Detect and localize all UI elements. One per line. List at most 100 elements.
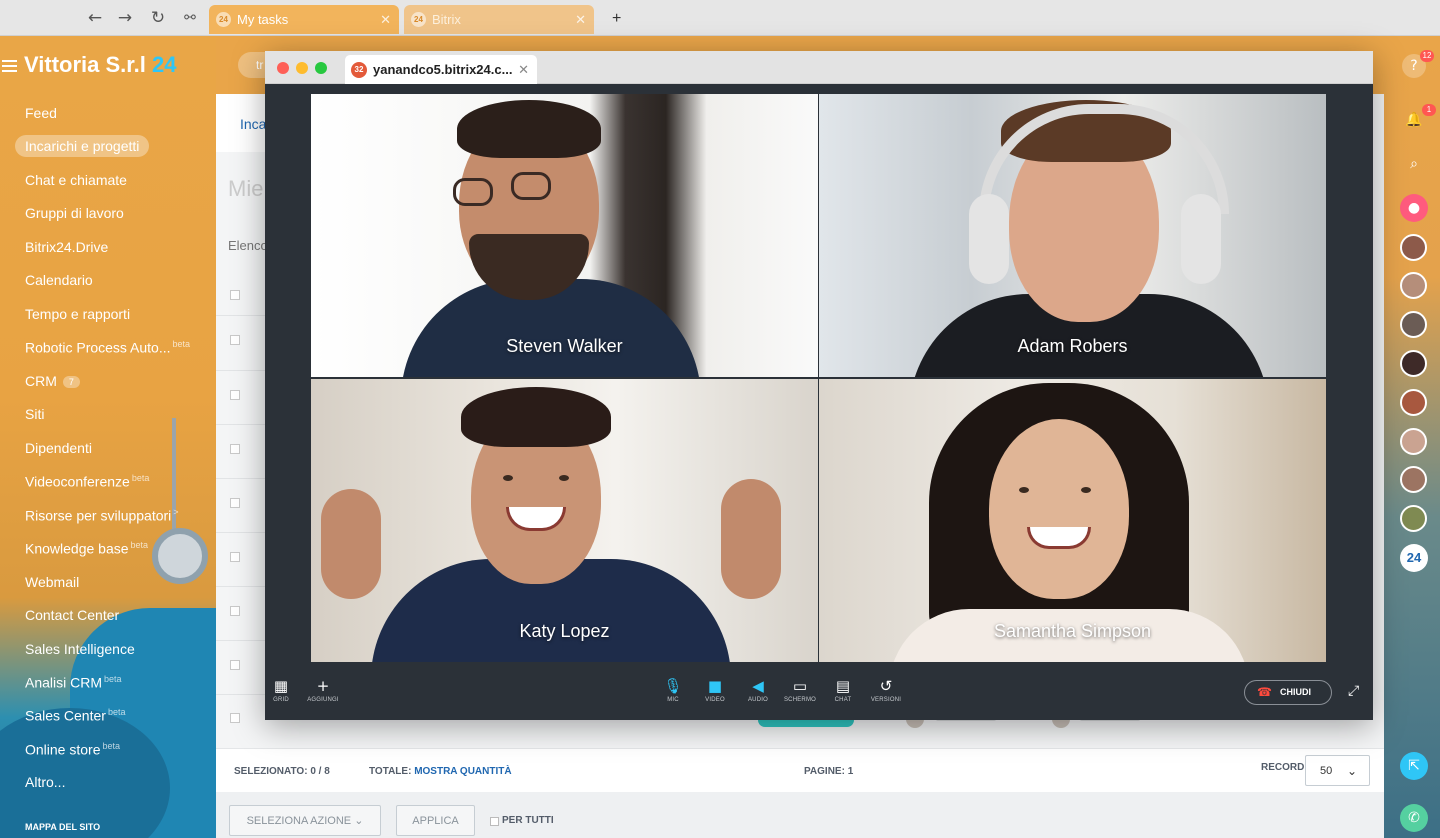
row-checkbox[interactable]: [230, 713, 240, 723]
sidebar-item-crm[interactable]: CRM 7: [25, 373, 80, 389]
bitrix24-logo-icon[interactable]: 24: [1400, 544, 1428, 572]
close-tab-icon[interactable]: ✕: [575, 5, 586, 34]
company-logo[interactable]: Vittoria S.r.l 24: [24, 52, 176, 78]
sidebar-item-webmail[interactable]: Webmail: [25, 574, 79, 590]
mic-button[interactable]: 🎙 MIC: [653, 677, 693, 703]
search-icon[interactable]: ⌕: [1402, 152, 1426, 176]
speaker-icon: ◀: [752, 677, 764, 695]
sidebar-item-sites[interactable]: Siti: [25, 406, 44, 422]
sidebar-item-time[interactable]: Tempo e rapporti: [25, 306, 130, 322]
window-titlebar: 32 yanandco5.bitrix24.c... ✕: [265, 51, 1373, 84]
avatar[interactable]: [1400, 272, 1427, 299]
sidebar-item-rpa[interactable]: Robotic Process Auto... beta: [25, 339, 190, 356]
participant-hand: [321, 489, 381, 599]
apply-button[interactable]: APPLICA: [396, 805, 475, 836]
sidebar-item-drive[interactable]: Bitrix24.Drive: [25, 239, 108, 255]
glasses-icon: [453, 178, 493, 206]
records-per-page-select[interactable]: 50 ⌄: [1305, 755, 1370, 786]
user-icon[interactable]: ●: [1400, 194, 1428, 222]
sidebar-item-sales-intelligence[interactable]: Sales Intelligence: [25, 641, 135, 657]
avatar[interactable]: [1400, 505, 1427, 532]
sitemap-link[interactable]: MAPPA DEL SITO: [25, 822, 100, 832]
screen-share-button[interactable]: ▭ SCHERMO: [780, 677, 820, 703]
open-lines-icon[interactable]: ⇱: [1400, 752, 1428, 780]
avatar[interactable]: [1400, 389, 1427, 416]
phone-hangup-icon: ☎: [1257, 685, 1272, 699]
reload-icon[interactable]: ↻: [147, 8, 169, 28]
participant-face: [989, 419, 1129, 599]
sidebar-item-videoconf[interactable]: Videoconferenze beta: [25, 473, 149, 490]
sidebar-item-dev-resources[interactable]: Risorse per sviluppatori >: [25, 507, 179, 524]
sidebar-item-online-store[interactable]: Online store beta: [25, 741, 120, 758]
sidebar-item-employees[interactable]: Dipendenti: [25, 440, 92, 456]
sidebar-item-chat[interactable]: Chat e chiamate: [25, 172, 127, 188]
participant-tile[interactable]: Steven Walker: [311, 94, 818, 377]
sidebar-item-knowledge-base[interactable]: Knowledge base beta: [25, 540, 148, 557]
company-name: Vittoria S.r.l: [24, 52, 146, 77]
participant-name: Adam Robers: [1017, 336, 1128, 356]
record-label: RECORD:: [1261, 762, 1308, 773]
sidebar-item-sales-center[interactable]: Sales Center beta: [25, 707, 125, 724]
participant-name: Samantha Simpson: [993, 621, 1152, 641]
history-icon: ↺: [879, 677, 893, 695]
avatar[interactable]: [1400, 311, 1427, 338]
link-icon[interactable]: ⚯: [179, 8, 201, 28]
close-tab-icon[interactable]: ✕: [518, 55, 529, 84]
phone-icon[interactable]: ✆: [1400, 804, 1428, 832]
back-icon[interactable]: ←: [84, 8, 106, 28]
sidebar-item-tasks[interactable]: Incarichi e progetti: [15, 135, 150, 157]
sidebar-item-crm-analytics[interactable]: Analisi CRM beta: [25, 674, 122, 691]
sidebar-item-contact-center[interactable]: Contact Center: [25, 607, 119, 623]
sidebar-item-more[interactable]: Altro...: [25, 774, 65, 790]
browser-tab-my-tasks[interactable]: 24 My tasks ✕: [209, 5, 399, 34]
row-checkbox[interactable]: [230, 660, 240, 670]
forward-icon[interactable]: →: [114, 8, 136, 28]
menu-burger-icon[interactable]: [2, 60, 17, 72]
participant-tile[interactable]: Samantha Simpson: [819, 379, 1326, 662]
show-quantity-link[interactable]: MOSTRA QUANTITÀ: [414, 766, 511, 777]
video-button[interactable]: ■ VIDEO: [695, 677, 735, 703]
participant-tile[interactable]: Adam Robers: [819, 94, 1326, 377]
list-view-tab[interactable]: Elenco: [228, 238, 268, 253]
sidebar-item-groups[interactable]: Gruppi di lavoro: [25, 205, 124, 221]
versions-button[interactable]: ↺ VERSIONI: [866, 677, 906, 703]
avatar[interactable]: [1400, 466, 1427, 493]
row-divider: [216, 586, 266, 587]
glasses-icon: [511, 172, 551, 200]
chat-button[interactable]: ▤ CHAT: [823, 677, 863, 703]
sidebar-item-calendar[interactable]: Calendario: [25, 272, 93, 288]
close-window-icon[interactable]: [277, 62, 289, 74]
microphone-icon: 🎙: [663, 677, 683, 695]
participant-tile[interactable]: Katy Lopez: [311, 379, 818, 662]
row-checkbox[interactable]: [230, 444, 240, 454]
participant-name: Katy Lopez: [519, 621, 610, 641]
tab-favicon: 24: [411, 12, 426, 27]
hangup-button[interactable]: ☎ CHIUDI: [1244, 680, 1332, 705]
browser-tab-bitrix[interactable]: 24 Bitrix ✕: [404, 5, 594, 34]
avatar[interactable]: [1400, 350, 1427, 377]
avatar[interactable]: [1400, 234, 1427, 261]
row-checkbox[interactable]: [230, 552, 240, 562]
close-tab-icon[interactable]: ✕: [380, 5, 391, 34]
audio-button[interactable]: ◀ AUDIO: [738, 677, 778, 703]
select-action-dropdown[interactable]: SELEZIONA AZIONE ⌄: [229, 805, 381, 836]
tab-label: Bitrix: [432, 12, 461, 27]
call-window-tab[interactable]: 32 yanandco5.bitrix24.c... ✕: [345, 55, 537, 84]
total-count: TOTALE: MOSTRA QUANTITÀ: [369, 766, 512, 777]
maximize-window-icon[interactable]: [315, 62, 327, 74]
fullscreen-icon[interactable]: ⤢: [1348, 683, 1359, 699]
minimize-window-icon[interactable]: [296, 62, 308, 74]
for-all-checkbox[interactable]: [490, 817, 499, 826]
browser-toolbar: ← → ↻ ⚯ 24 My tasks ✕ 24 Bitrix ✕ +: [0, 0, 1440, 36]
sidebar-item-feed[interactable]: Feed: [25, 105, 57, 121]
avatar[interactable]: [1400, 428, 1427, 455]
participant-hand: [721, 479, 781, 599]
row-checkbox[interactable]: [230, 390, 240, 400]
new-tab-button[interactable]: +: [612, 10, 621, 28]
row-checkbox[interactable]: [230, 606, 240, 616]
grid-view-button[interactable]: ▦ GRID: [261, 677, 301, 703]
row-checkbox[interactable]: [230, 498, 240, 508]
add-participant-button[interactable]: + AGGIUNGI: [303, 677, 343, 703]
row-checkbox[interactable]: [230, 335, 240, 345]
row-checkbox[interactable]: [230, 290, 240, 300]
